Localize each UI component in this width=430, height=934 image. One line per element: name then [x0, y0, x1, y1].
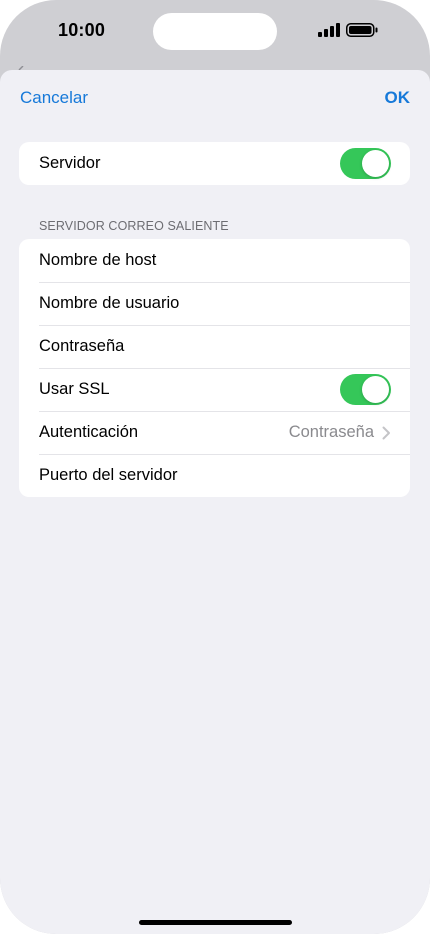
server-label: Servidor	[39, 154, 101, 172]
modal-sheet	[0, 70, 430, 934]
phone-frame: 10:00 Cancelar OK Servidor SERVIDOR CORR…	[0, 0, 430, 934]
authentication-row[interactable]: Autenticación Contraseña	[19, 411, 410, 454]
outgoing-server-group: Nombre de host Nombre de usuario Contras…	[19, 239, 410, 497]
username-label: Nombre de usuario	[39, 294, 180, 312]
use-ssl-row: Usar SSL	[19, 368, 410, 411]
ok-button[interactable]: OK	[385, 88, 411, 108]
home-indicator	[139, 920, 292, 925]
chevron-right-icon	[382, 426, 390, 439]
server-port-label: Puerto del servidor	[39, 466, 178, 484]
server-row: Servidor	[19, 142, 410, 185]
dynamic-island	[153, 13, 277, 50]
username-row[interactable]: Nombre de usuario	[19, 282, 410, 325]
authentication-value: Contraseña	[288, 423, 374, 441]
server-port-row[interactable]: Puerto del servidor	[19, 454, 410, 497]
authentication-label: Autenticación	[39, 423, 139, 441]
toggle-knob	[362, 376, 389, 403]
server-toggle[interactable]	[340, 148, 391, 179]
use-ssl-toggle[interactable]	[340, 374, 391, 405]
use-ssl-label: Usar SSL	[39, 380, 110, 398]
toggle-knob	[362, 150, 389, 177]
host-name-label: Nombre de host	[39, 251, 157, 269]
password-row[interactable]: Contraseña	[19, 325, 410, 368]
outgoing-section-header: SERVIDOR CORREO SALIENTE	[39, 219, 229, 233]
status-time: 10:00	[58, 20, 106, 40]
battery-icon	[346, 23, 378, 37]
server-group: Servidor	[19, 142, 410, 185]
password-label: Contraseña	[39, 337, 125, 355]
signal-icon	[318, 23, 340, 37]
status-bar: 10:00	[0, 0, 430, 62]
host-name-row[interactable]: Nombre de host	[19, 239, 410, 282]
cancel-button[interactable]: Cancelar	[20, 88, 88, 108]
